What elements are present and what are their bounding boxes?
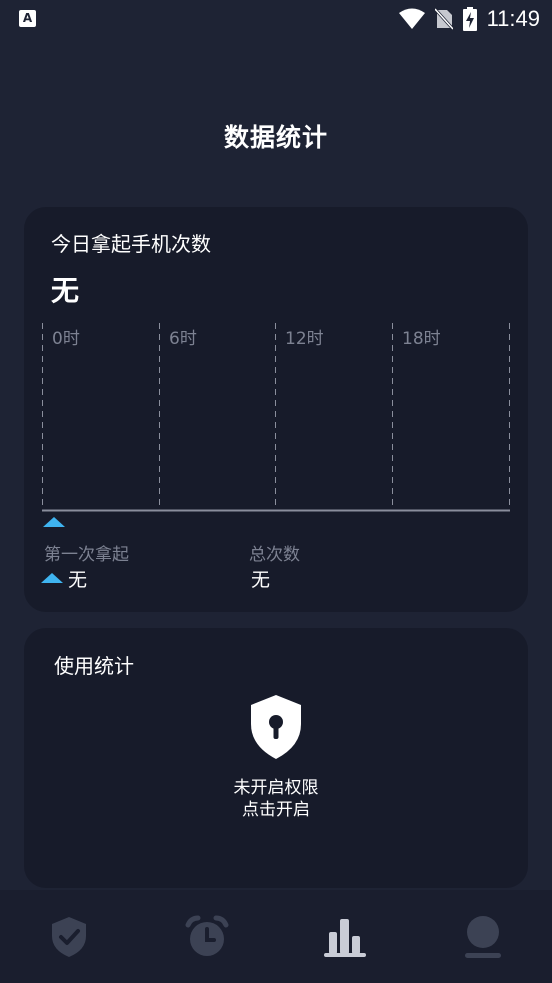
wifi-icon [398, 8, 425, 29]
pickup-stats-card[interactable]: 今日拿起手机次数 无 0时 6时 12时 18时 第一次拿起 无 总次数 无 [24, 207, 528, 612]
tab-profile[interactable] [458, 912, 508, 962]
tab-protection[interactable] [44, 912, 94, 962]
permission-prompt[interactable] [24, 694, 528, 764]
usage-stats-card[interactable]: 使用统计 未开启权限 点击开启 [24, 628, 528, 888]
usage-card-title: 使用统计 [54, 654, 134, 678]
total-count-value: 无 [251, 569, 271, 591]
first-pickup-value: 无 [68, 569, 88, 591]
bottom-tab-bar [0, 890, 552, 983]
tick-label-6h: 6时 [169, 329, 197, 349]
tick-label-18h: 18时 [402, 329, 441, 349]
permission-status-text[interactable]: 未开启权限 [24, 777, 528, 799]
first-pickup-marker-icon [43, 517, 65, 527]
first-pickup-label: 第一次拿起 [44, 545, 129, 565]
pickup-timeline-chart [42, 323, 510, 512]
total-count-label: 总次数 [249, 545, 300, 565]
first-pickup-legend-icon [41, 573, 63, 583]
bar-chart-icon [324, 919, 366, 957]
page-title: 数据统计 [223, 123, 328, 152]
tab-alarm[interactable] [182, 912, 232, 962]
no-sim-icon [434, 8, 453, 30]
tick-label-0h: 0时 [52, 329, 80, 349]
tick-label-12h: 12时 [285, 329, 324, 349]
permission-enable-link[interactable]: 点击开启 [24, 799, 528, 821]
status-icons: 11:49 [398, 6, 540, 32]
shield-check-icon [52, 917, 86, 957]
alarm-clock-icon [185, 915, 229, 956]
battery-charging-icon [462, 7, 477, 31]
clock-time: 11:49 [486, 6, 540, 31]
status-bar: A 11:49 [0, 0, 552, 38]
profile-icon [465, 916, 501, 958]
shield-lock-icon[interactable] [249, 694, 303, 760]
tab-statistics[interactable] [320, 912, 370, 962]
app-notification-icon: A [19, 10, 36, 27]
